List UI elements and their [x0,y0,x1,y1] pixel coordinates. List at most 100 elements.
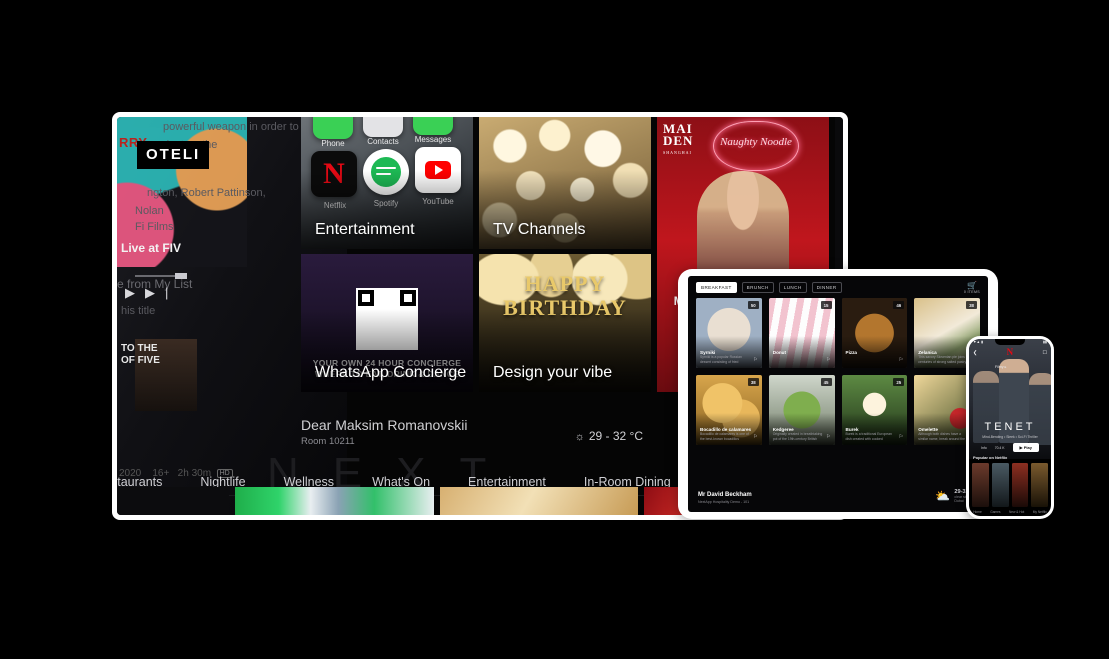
underlay-ghost-line-5: Fi Films [135,221,174,233]
guest-greeting: Dear Maksim Romanovskii Room 10211 [301,417,467,447]
menu-item-grid: 50 Syrniki Syrniki is a popular Russian … [696,298,980,445]
poster-thumb[interactable] [972,463,989,507]
tv-weather-text: 29 - 32 °C [588,429,643,443]
menu-item-desc: Syrniki is a popular Russian dessert con… [700,355,742,364]
bookmark-icon[interactable]: ⚐ [826,357,830,363]
contacts-label: Contacts [367,137,399,146]
bookmark-icon[interactable]: ⚐ [753,434,757,440]
phone-hero-image [969,339,1051,459]
tab-my-netflix[interactable]: My Netflix [1033,510,1047,514]
tab-games[interactable]: Games [990,510,1000,514]
back-icon[interactable]: ❮ [973,350,977,356]
menu-item-name: Pizza [845,350,858,355]
tile-entertainment[interactable]: Phone Contacts Messages N Netflix Spotif… [301,117,473,249]
phone-subtitle: Mind-Bending • Sleek • Sci-Fi Thriller [982,435,1038,439]
poster-venue-line-2: DEN [663,133,694,148]
poster-thumb[interactable] [1011,463,1029,507]
tile-whatsapp-concierge[interactable]: YOUR OWN 24 HOUR CONCIERGE WHERE TO EAT,… [301,254,473,392]
menu-item-desc: Bocadillo de calamares is one of the bes… [700,432,749,441]
tile-tv-channels[interactable]: TV Channels [479,117,651,249]
greeting-name: Dear Maksim Romanovskii [301,417,468,433]
status-left: ▼▲ ▮ [973,340,984,344]
menu-card[interactable]: 50 Syrniki Syrniki is a popular Russian … [696,298,762,368]
tile-design-your-vibe-caption: Design your vibe [493,364,613,381]
tablet-guest-sub: NextApp Hospitality Demo - 101 [698,500,750,504]
screenshot-stage: RRY powerful weapon in order to destroy … [0,0,1109,659]
menu-item-desc: This savory Slovenian pie joins centurie… [918,355,967,364]
underlay-live-label: Live at FIV [121,241,182,255]
tab-home[interactable]: Home [973,510,982,514]
messages-label: Messages [414,135,452,144]
phone-section-title: Popular on Netflix [973,455,1008,460]
poster-thumb[interactable] [1031,463,1048,507]
underlay-playback-controls[interactable]: ▶▶| [125,285,178,301]
tile-whatsapp-concierge-caption: WhatsApp Concierge [315,364,467,381]
menu-card[interactable]: 38 Bocadillo de calamares Bocadillo de c… [696,375,762,445]
phone-screen: ▼▲ ▮ 9:41 ▮▮ ❮ N ☐ Filmy ▸ TENET Mind-Be… [969,339,1051,516]
underlay-ghost-line-4: Nolan [135,205,164,217]
phone-app-nav: ❮ N ☐ [973,348,1047,357]
tile-joel-corry[interactable]: JOEL CORRY stop a enemy world Elizabeth … [835,117,843,277]
tab-brunch[interactable]: BRUNCH [741,282,774,293]
menu-item-name: Donut [772,350,787,355]
bookmark-icon[interactable]: ⚐ [826,434,830,440]
menu-item-desc: Burek is a traditional European dish cre… [845,432,892,441]
tab-new-and-hot[interactable]: New & Hot [1009,510,1024,514]
menu-item-price: 15 [820,301,832,309]
tablet-guest-name: Mr David Beckham [698,492,752,498]
cast-icon[interactable]: ☐ [1043,350,1047,356]
poster-venue-sub: SHANGHAI [663,150,692,155]
cart-button[interactable]: 🛒 0 ITEMS [964,281,980,294]
tablet-device: BREAKFAST BRUNCH LUNCH DINNER 🛒 0 ITEMS … [678,269,998,519]
underlay-caps-line-1: TO THE [121,343,158,354]
menu-item-desc: Originally created in breathtaking pot o… [772,432,823,441]
strip-item-2[interactable] [235,487,434,515]
messages-icon [413,117,453,135]
menu-card[interactable]: 45 Kedgeree Originally created in breath… [768,375,835,445]
phone-notch [995,339,1025,345]
cart-count-label: 0 ITEMS [963,290,980,294]
cloud-icon: ⛅ [935,489,951,504]
play-button[interactable]: ▶ Play [1012,443,1039,452]
menu-item-price: 25 [893,378,905,386]
menu-card[interactable]: 15 Donut ⚐ [768,298,835,368]
status-right: ▮▮ [1043,340,1047,344]
balloon-line-1: HAPPY [524,271,606,296]
underlay-caps-line-2: OF FIVE [121,355,160,366]
hotel-logo-text: OTELI [146,146,201,163]
bookmark-icon[interactable]: ⚐ [899,357,903,363]
info-label[interactable]: Info [981,446,987,450]
strip-item-1[interactable] [117,487,229,515]
menu-card[interactable]: 46 Pizza ⚐ [841,298,908,368]
strip-item-3[interactable] [439,487,639,515]
phone-title: TENET [984,421,1036,433]
neon-sign: Naughty Noodle [713,121,799,171]
underlay-ghost-line-3: ngton, Robert Pattinson, [147,187,266,199]
menu-item-price: 50 [747,301,759,309]
poster-thumb[interactable] [991,463,1009,507]
tablet-screen: BREAKFAST BRUNCH LUNCH DINNER 🛒 0 ITEMS … [688,276,988,512]
contacts-icon [363,117,403,137]
tv-weather: ☼ 29 - 32 °C [575,429,643,443]
phone-badge: Filmy ▸ [995,365,1007,369]
menu-card[interactable]: 25 Burek Burek is a traditional European… [841,375,908,445]
hotel-logo: OTELI [137,141,210,169]
menu-item-price: 38 [966,301,977,309]
phone-action-row: Info 70.4 K ▶ Play [969,443,1051,452]
phone-tabbar: Home Games New & Hot My Netflix [969,510,1051,514]
rating-label: 70.4 K [994,445,1005,450]
cart-icon: 🛒 [966,281,977,290]
tile-design-your-vibe[interactable]: HAPPY BIRTHDAY Design your vibe [479,254,651,392]
menu-item-price: 46 [893,301,905,309]
bookmark-icon[interactable]: ⚐ [899,434,903,440]
netflix-icon: N [1006,347,1014,357]
tab-dinner[interactable]: DINNER [811,282,842,293]
phone-poster-row [972,463,1048,507]
tile-tv-channels-caption: TV Channels [493,221,586,238]
poster-venue: MAI DEN SHANGHAI [663,122,694,159]
menu-item-price: 38 [747,378,759,386]
menu-item-price: 45 [820,378,832,386]
bookmark-icon[interactable]: ⚐ [753,357,757,363]
tab-lunch[interactable]: LUNCH [778,282,807,293]
tab-breakfast[interactable]: BREAKFAST [696,282,737,293]
